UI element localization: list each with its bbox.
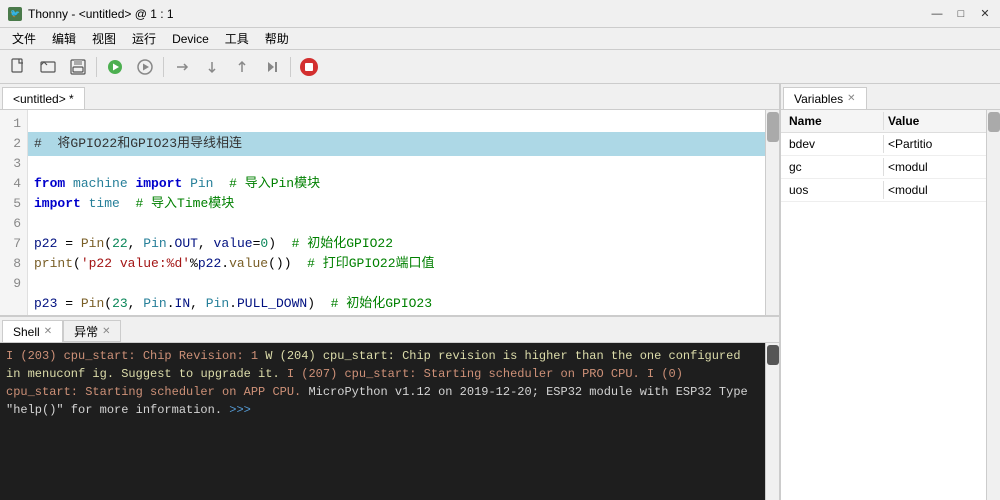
new-file-icon: [9, 58, 27, 76]
variables-tab[interactable]: Variables ✕: [783, 87, 867, 109]
editor-area: <untitled> * 1 2 3 4 5 6 7 8 9 # 将GPIO22…: [0, 84, 780, 500]
variables-panel: Variables ✕ Name Value bdev <Partitio gc…: [780, 84, 1000, 500]
var-value-gc: <modul: [883, 158, 982, 176]
title-bar-controls: — □ ✕: [926, 3, 996, 25]
var-row-gc: gc <modul: [781, 156, 986, 179]
shell-row: I (203) cpu_start: Chip Revision: 1 W (2…: [0, 343, 779, 500]
title-bar: 🐦 Thonny - <untitled> @ 1 : 1 — □ ✕: [0, 0, 1000, 28]
step-into-icon: [203, 58, 221, 76]
window-title: Thonny - <untitled> @ 1 : 1: [28, 7, 174, 21]
minimize-button[interactable]: —: [926, 3, 948, 25]
exception-tab-x[interactable]: ✕: [102, 326, 110, 337]
editor-tab-untitled[interactable]: <untitled> *: [2, 87, 85, 109]
step-over-icon: [173, 58, 191, 76]
exception-tab[interactable]: 异常 ✕: [63, 320, 121, 342]
menu-help[interactable]: 帮助: [257, 28, 297, 49]
var-value-uos: <modul: [883, 181, 982, 199]
save-file-icon: [69, 58, 87, 76]
variables-scrollbar[interactable]: [986, 110, 1000, 500]
var-value-header: Value: [883, 112, 982, 130]
close-button[interactable]: ✕: [974, 3, 996, 25]
shell-content[interactable]: I (203) cpu_start: Chip Revision: 1 W (2…: [0, 343, 765, 500]
var-value-bdev: <Partitio: [883, 135, 982, 153]
title-bar-left: 🐦 Thonny - <untitled> @ 1 : 1: [8, 7, 174, 21]
menu-device[interactable]: Device: [164, 30, 217, 48]
save-file-button[interactable]: [64, 53, 92, 81]
variables-table: Name Value bdev <Partitio gc <modul uos …: [781, 110, 986, 500]
editor-scrollbar[interactable]: [765, 110, 779, 315]
variables-tab-bar: Variables ✕: [781, 84, 1000, 110]
editor-shell-split: 1 2 3 4 5 6 7 8 9 # 将GPIO22和GPIO23用导线相连 …: [0, 110, 779, 500]
run-icon: [106, 58, 124, 76]
editor-tab-label: <untitled> *: [13, 92, 74, 106]
open-file-icon: [39, 58, 57, 76]
open-file-button[interactable]: [34, 53, 62, 81]
new-file-button[interactable]: [4, 53, 32, 81]
maximize-button[interactable]: □: [950, 3, 972, 25]
shell-scrollbar[interactable]: [765, 343, 779, 500]
menu-file[interactable]: 文件: [4, 28, 44, 49]
step-out-button[interactable]: [228, 53, 256, 81]
stop-button[interactable]: [295, 53, 323, 81]
variables-header: Name Value: [781, 110, 986, 133]
editor-tab-bar: <untitled> *: [0, 84, 779, 110]
menu-view[interactable]: 视图: [84, 28, 124, 49]
shell-tab[interactable]: Shell ✕: [2, 320, 63, 342]
step-into-button[interactable]: [198, 53, 226, 81]
stop-icon: [298, 56, 320, 78]
app-icon: 🐦: [8, 7, 22, 21]
resume-button[interactable]: [258, 53, 286, 81]
resume-icon: [263, 58, 281, 76]
toolbar-separator-2: [163, 57, 164, 77]
run-button[interactable]: [101, 53, 129, 81]
var-name-bdev: bdev: [785, 135, 883, 153]
variables-tab-label: Variables: [794, 92, 843, 106]
debug-icon: [136, 58, 154, 76]
code-editor[interactable]: 1 2 3 4 5 6 7 8 9 # 将GPIO22和GPIO23用导线相连 …: [0, 110, 779, 315]
main-area: <untitled> * 1 2 3 4 5 6 7 8 9 # 将GPIO22…: [0, 84, 1000, 500]
step-out-icon: [233, 58, 251, 76]
var-name-gc: gc: [785, 158, 883, 176]
menu-bar: 文件 编辑 视图 运行 Device 工具 帮助: [0, 28, 1000, 50]
toolbar-separator-3: [290, 57, 291, 77]
menu-run[interactable]: 运行: [124, 28, 164, 49]
shell-tab-label: Shell: [13, 325, 40, 339]
line-numbers: 1 2 3 4 5 6 7 8 9: [0, 110, 28, 315]
var-name-uos: uos: [785, 181, 883, 199]
menu-tools[interactable]: 工具: [217, 28, 257, 49]
exception-tab-label: 异常: [74, 323, 98, 340]
var-name-header: Name: [785, 112, 883, 130]
menu-edit[interactable]: 编辑: [44, 28, 84, 49]
var-row-uos: uos <modul: [781, 179, 986, 202]
code-content[interactable]: # 将GPIO22和GPIO23用导线相连 from machine impor…: [28, 110, 765, 315]
toolbar: [0, 50, 1000, 84]
debug-button[interactable]: [131, 53, 159, 81]
shell-area: Shell ✕ 异常 ✕ I (203) cpu_start: Chip Rev…: [0, 315, 779, 500]
step-over-button[interactable]: [168, 53, 196, 81]
shell-tab-x[interactable]: ✕: [44, 326, 52, 337]
variables-tab-x[interactable]: ✕: [847, 93, 855, 104]
toolbar-separator-1: [96, 57, 97, 77]
var-row-bdev: bdev <Partitio: [781, 133, 986, 156]
shell-tab-bar: Shell ✕ 异常 ✕: [0, 317, 779, 343]
